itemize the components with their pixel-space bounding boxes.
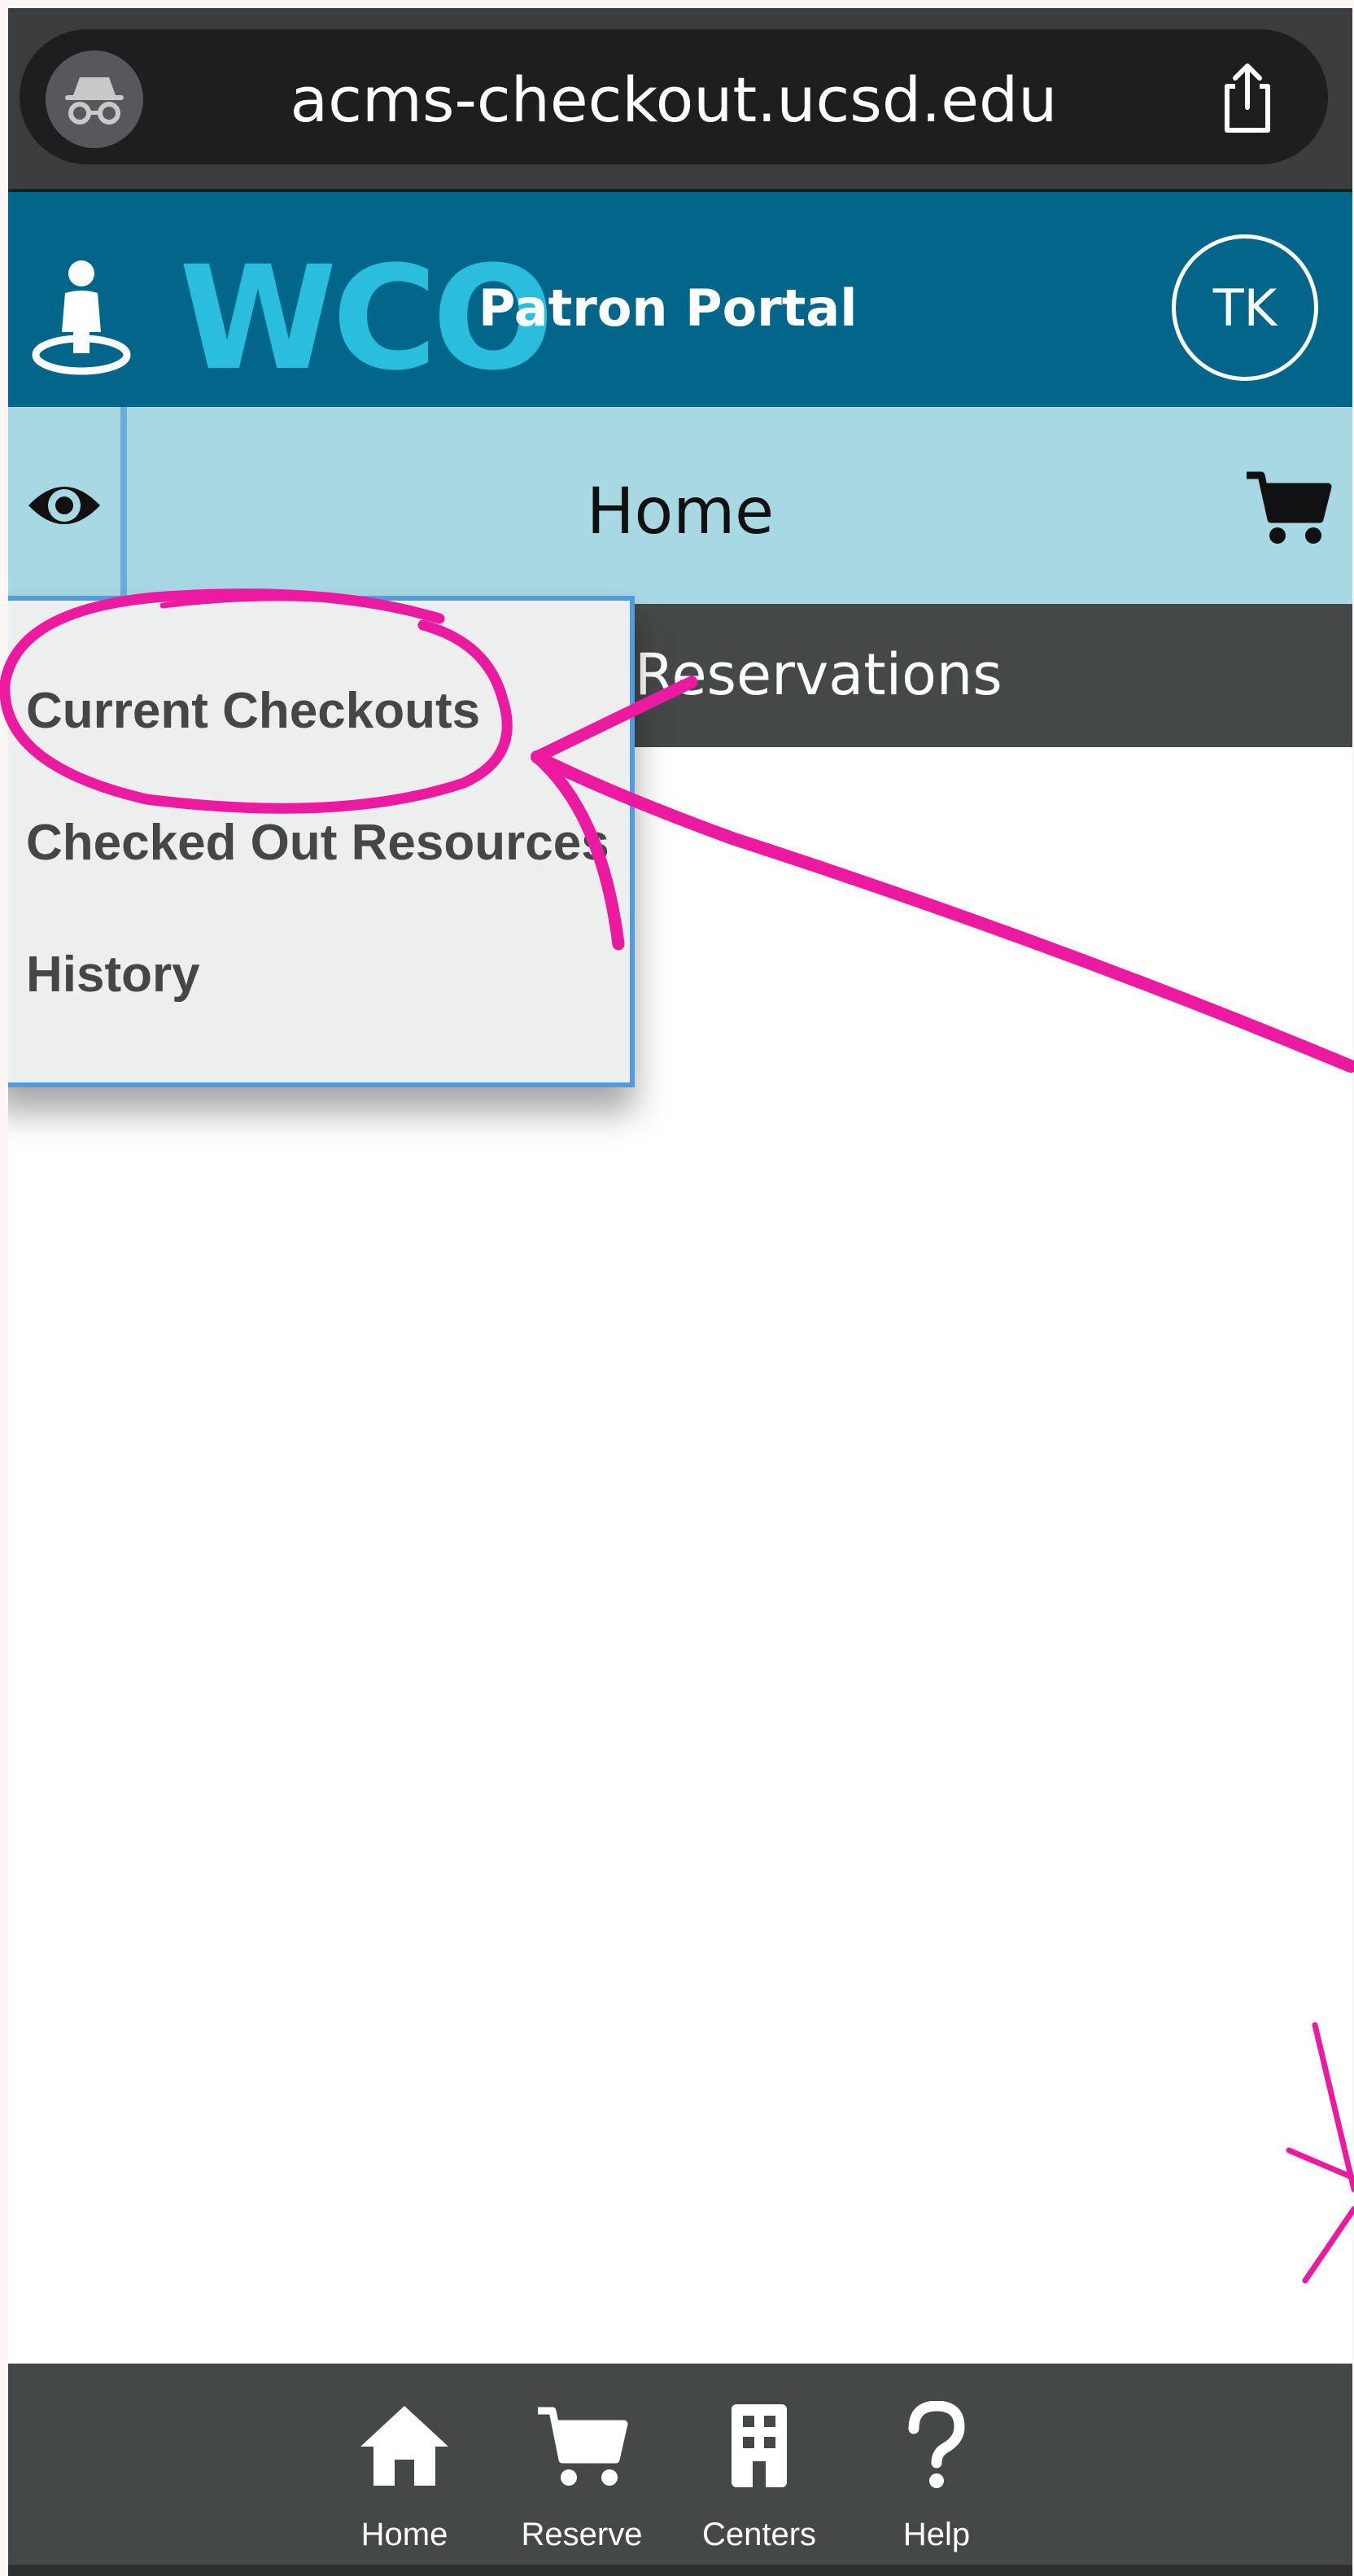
question-icon (908, 2401, 965, 2488)
bottom-nav-label: Reserve (521, 2517, 643, 2552)
building-icon (732, 2404, 787, 2487)
user-avatar[interactable]: TK (1172, 234, 1318, 381)
bottom-nav-label: Help (902, 2517, 971, 2552)
nav-reservations[interactable]: Reservations (635, 641, 1002, 708)
browser-toolbar: acms-checkout.ucsd.edu (8, 8, 1352, 192)
bottom-nav-reserve[interactable]: Reserve (488, 2393, 675, 2553)
menu-item-current-checkouts[interactable]: Current Checkouts (26, 682, 480, 740)
address-bar[interactable]: acms-checkout.ucsd.edu (20, 29, 1328, 164)
menu-item-checked-out-resources[interactable]: Checked Out Resources (26, 814, 609, 872)
portal-title: Patron Portal (478, 278, 858, 338)
page-header: Home (8, 407, 1352, 604)
bottom-nav: Home Reserve Centers Help (8, 2364, 1352, 2576)
page-title: Home (586, 475, 775, 549)
bottom-nav-centers[interactable]: Centers (666, 2393, 853, 2553)
person-location-icon (24, 254, 146, 376)
bottom-nav-home[interactable]: Home (311, 2393, 498, 2553)
app-header: WCO Patron Portal TK (8, 192, 1352, 407)
cart-icon[interactable] (1243, 467, 1333, 549)
phone-screen: acms-checkout.ucsd.edu WCO Patron Portal… (8, 8, 1352, 2576)
bottom-nav-label: Centers (701, 2517, 817, 2552)
cart-icon (538, 2407, 628, 2486)
share-icon[interactable] (1211, 62, 1284, 135)
bottom-nav-help[interactable]: Help (843, 2393, 1030, 2553)
home-icon (360, 2406, 448, 2486)
menu-item-history[interactable]: History (26, 946, 200, 1004)
bottom-nav-label: Home (360, 2517, 448, 2552)
home-indicator-bar (8, 2565, 1352, 2576)
url-text[interactable]: acms-checkout.ucsd.edu (20, 63, 1328, 136)
eye-dropdown-menu: Current Checkouts Checked Out Resources … (8, 596, 635, 1087)
